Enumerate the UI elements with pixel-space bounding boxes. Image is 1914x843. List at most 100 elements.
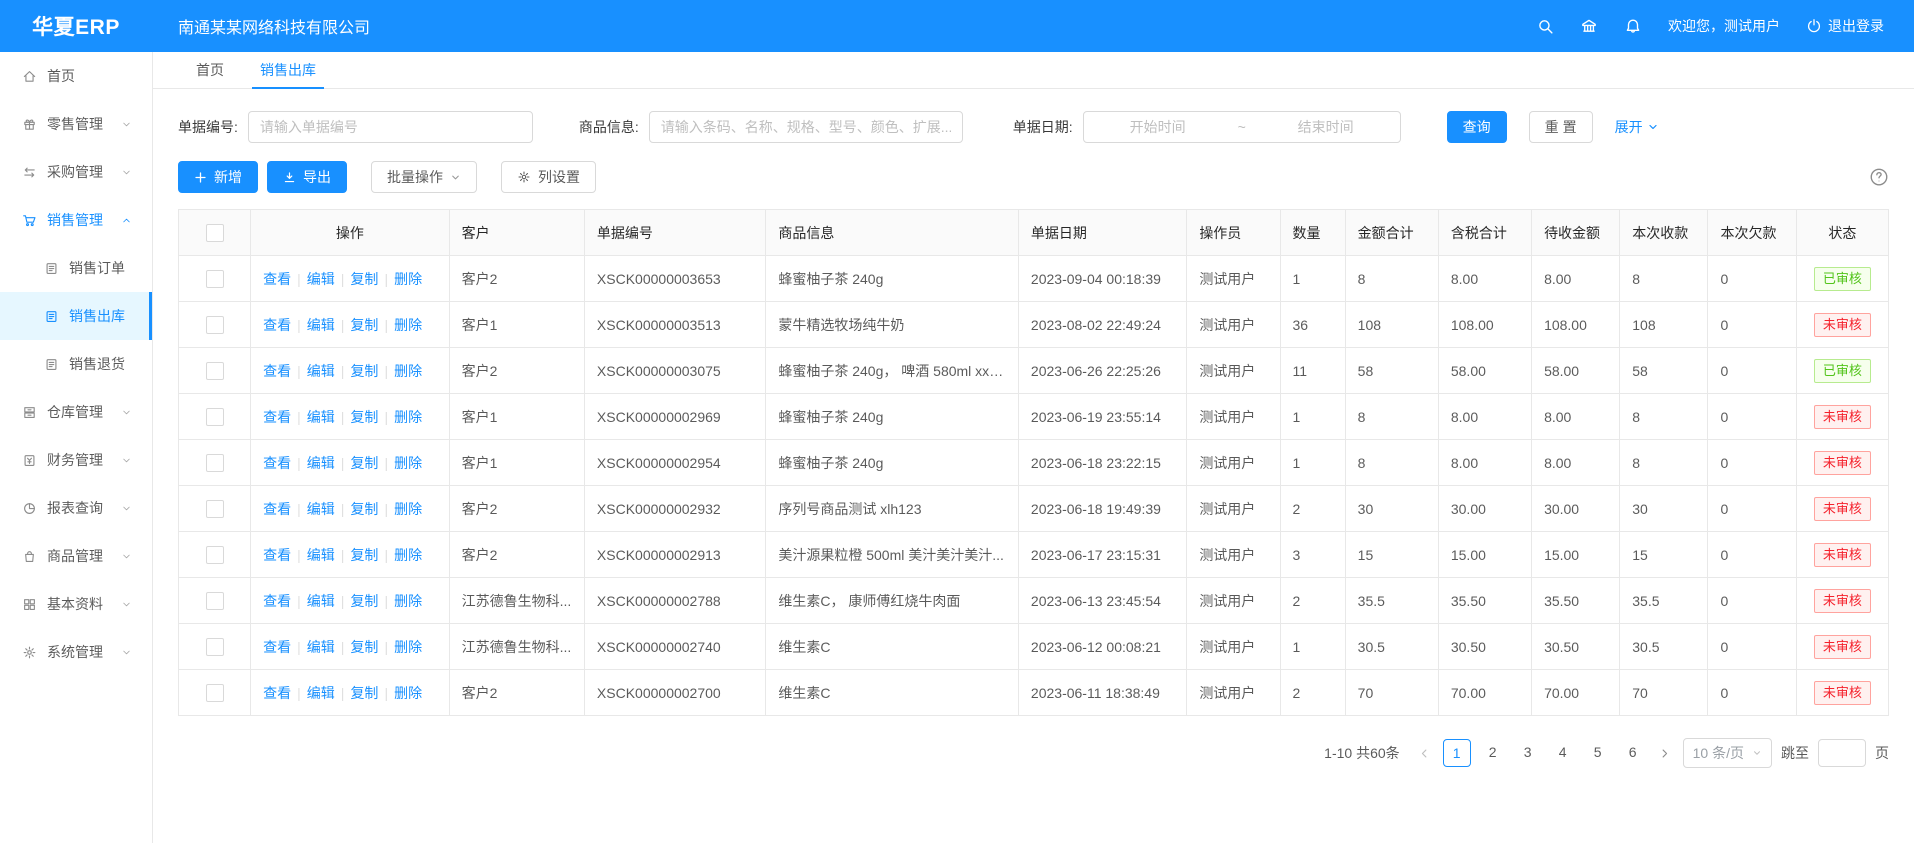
row-checkbox[interactable] xyxy=(206,270,224,288)
delete-link[interactable]: 删除 xyxy=(394,363,422,379)
view-link[interactable]: 查看 xyxy=(263,501,291,517)
delete-link[interactable]: 删除 xyxy=(394,639,422,655)
cell-checkbox xyxy=(179,486,251,532)
view-link[interactable]: 查看 xyxy=(263,271,291,287)
cell-customer: 客户1 xyxy=(449,394,584,440)
row-checkbox[interactable] xyxy=(206,684,224,702)
edit-link[interactable]: 编辑 xyxy=(307,593,335,609)
sidebar-item-system[interactable]: 系统管理 xyxy=(0,628,152,676)
bank-icon[interactable] xyxy=(1580,17,1598,35)
row-checkbox[interactable] xyxy=(206,592,224,610)
edit-link[interactable]: 编辑 xyxy=(307,409,335,425)
row-checkbox[interactable] xyxy=(206,362,224,380)
page-button-5[interactable]: 5 xyxy=(1585,739,1611,765)
edit-link[interactable]: 编辑 xyxy=(307,317,335,333)
edit-link[interactable]: 编辑 xyxy=(307,685,335,701)
delete-link[interactable]: 删除 xyxy=(394,593,422,609)
prev-page-button[interactable] xyxy=(1415,748,1434,759)
next-page-button[interactable] xyxy=(1655,748,1674,759)
copy-link[interactable]: 复制 xyxy=(350,363,378,379)
copy-link[interactable]: 复制 xyxy=(350,409,378,425)
sidebar-item-sales-outbound[interactable]: 销售出库 xyxy=(0,292,152,340)
jump-page-input[interactable] xyxy=(1818,739,1866,767)
logout-button[interactable]: 退出登录 xyxy=(1806,16,1884,36)
edit-link[interactable]: 编辑 xyxy=(307,547,335,563)
delete-link[interactable]: 删除 xyxy=(394,455,422,471)
delete-link[interactable]: 删除 xyxy=(394,501,422,517)
product-info-input[interactable] xyxy=(649,111,963,143)
row-checkbox[interactable] xyxy=(206,500,224,518)
cell-operator: 测试用户 xyxy=(1187,486,1280,532)
edit-link[interactable]: 编辑 xyxy=(307,639,335,655)
reset-button[interactable]: 重置 xyxy=(1529,111,1593,143)
search-button[interactable]: 查询 xyxy=(1447,111,1507,143)
page-button-4[interactable]: 4 xyxy=(1550,739,1576,765)
row-checkbox[interactable] xyxy=(206,546,224,564)
pagination-total: 1-10 共60条 xyxy=(1324,743,1399,763)
add-button[interactable]: 新增 xyxy=(178,161,258,193)
sidebar-item-warehouse[interactable]: 仓库管理 xyxy=(0,388,152,436)
copy-link[interactable]: 复制 xyxy=(350,685,378,701)
sidebar-item-product[interactable]: 商品管理 xyxy=(0,532,152,580)
sidebar-item-retail[interactable]: 零售管理 xyxy=(0,100,152,148)
sidebar-item-report[interactable]: 报表查询 xyxy=(0,484,152,532)
delete-link[interactable]: 删除 xyxy=(394,271,422,287)
row-checkbox[interactable] xyxy=(206,638,224,656)
copy-link[interactable]: 复制 xyxy=(350,639,378,655)
view-link[interactable]: 查看 xyxy=(263,363,291,379)
edit-link[interactable]: 编辑 xyxy=(307,501,335,517)
delete-link[interactable]: 删除 xyxy=(394,547,422,563)
row-checkbox[interactable] xyxy=(206,408,224,426)
search-icon[interactable] xyxy=(1537,18,1554,35)
column-settings-button[interactable]: 列设置 xyxy=(501,161,596,193)
status-badge: 未审核 xyxy=(1814,635,1871,659)
page-button-2[interactable]: 2 xyxy=(1480,739,1506,765)
page-button-3[interactable]: 3 xyxy=(1515,739,1541,765)
copy-link[interactable]: 复制 xyxy=(350,547,378,563)
batch-actions-button[interactable]: 批量操作 xyxy=(371,161,477,193)
status-badge: 未审核 xyxy=(1814,681,1871,705)
edit-link[interactable]: 编辑 xyxy=(307,271,335,287)
copy-link[interactable]: 复制 xyxy=(350,317,378,333)
app-logo[interactable]: 华夏ERP xyxy=(0,11,152,41)
link-separator: | xyxy=(297,317,301,333)
copy-link[interactable]: 复制 xyxy=(350,455,378,471)
sidebar-item-basedata[interactable]: 基本资料 xyxy=(0,580,152,628)
delete-link[interactable]: 删除 xyxy=(394,409,422,425)
row-checkbox[interactable] xyxy=(206,454,224,472)
export-button[interactable]: 导出 xyxy=(267,161,347,193)
sidebar-item-sales[interactable]: 销售管理 xyxy=(0,196,152,244)
delete-link[interactable]: 删除 xyxy=(394,685,422,701)
row-checkbox[interactable] xyxy=(206,316,224,334)
copy-link[interactable]: 复制 xyxy=(350,271,378,287)
sidebar-item-purchase[interactable]: 采购管理 xyxy=(0,148,152,196)
edit-link[interactable]: 编辑 xyxy=(307,455,335,471)
help-icon[interactable] xyxy=(1869,167,1889,187)
view-link[interactable]: 查看 xyxy=(263,409,291,425)
view-link[interactable]: 查看 xyxy=(263,639,291,655)
sidebar-item-finance[interactable]: 财务管理 xyxy=(0,436,152,484)
sidebar-item-sales-return[interactable]: 销售退货 xyxy=(0,340,152,388)
edit-link[interactable]: 编辑 xyxy=(307,363,335,379)
tab-sales-outbound[interactable]: 销售出库 xyxy=(242,52,334,88)
view-link[interactable]: 查看 xyxy=(263,455,291,471)
view-link[interactable]: 查看 xyxy=(263,685,291,701)
delete-link[interactable]: 删除 xyxy=(394,317,422,333)
page-button-1[interactable]: 1 xyxy=(1443,739,1471,767)
date-range-input[interactable]: 开始时间 ~ 结束时间 xyxy=(1083,111,1401,143)
bill-no-input[interactable] xyxy=(248,111,533,143)
select-all-checkbox[interactable] xyxy=(206,224,224,242)
sidebar-item-sales-order[interactable]: 销售订单 xyxy=(0,244,152,292)
view-link[interactable]: 查看 xyxy=(263,317,291,333)
sidebar-item-home[interactable]: 首页 xyxy=(0,52,152,100)
expand-link[interactable]: 展开 xyxy=(1615,117,1659,137)
page-button-6[interactable]: 6 xyxy=(1620,739,1646,765)
copy-link[interactable]: 复制 xyxy=(350,593,378,609)
view-link[interactable]: 查看 xyxy=(263,593,291,609)
tab-home[interactable]: 首页 xyxy=(178,52,242,88)
view-link[interactable]: 查看 xyxy=(263,547,291,563)
page-size-select[interactable]: 10 条/页 xyxy=(1683,738,1772,768)
bell-icon[interactable] xyxy=(1624,17,1642,35)
welcome-text: 欢迎您，测试用户 xyxy=(1668,16,1780,36)
copy-link[interactable]: 复制 xyxy=(350,501,378,517)
